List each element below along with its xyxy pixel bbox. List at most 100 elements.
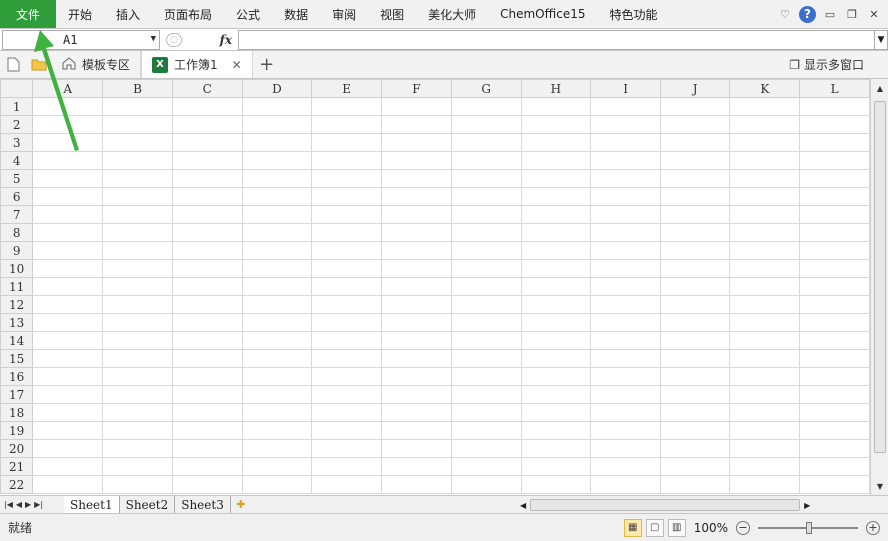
cell[interactable]	[450, 115, 522, 134]
cell[interactable]	[381, 475, 452, 494]
column-header[interactable]: B	[102, 79, 173, 98]
cell[interactable]	[799, 421, 870, 440]
cell[interactable]	[241, 223, 313, 242]
cell[interactable]	[171, 223, 243, 242]
cell[interactable]	[520, 169, 592, 188]
cell[interactable]	[311, 205, 383, 224]
scroll-down-icon[interactable]: ▼	[871, 477, 888, 495]
cell[interactable]	[799, 439, 870, 458]
cell[interactable]	[659, 241, 731, 260]
cell[interactable]	[102, 97, 173, 116]
cell[interactable]	[590, 259, 661, 278]
cell[interactable]	[381, 295, 452, 314]
cell[interactable]	[311, 133, 383, 152]
cell[interactable]	[590, 421, 661, 440]
cell[interactable]	[311, 97, 383, 116]
cell[interactable]	[381, 169, 452, 188]
cell[interactable]	[659, 385, 731, 404]
column-header[interactable]: L	[799, 79, 870, 98]
column-header[interactable]: K	[729, 79, 801, 98]
cell[interactable]	[241, 187, 313, 206]
cell[interactable]	[799, 457, 870, 476]
column-header[interactable]: A	[32, 79, 104, 98]
cell[interactable]	[241, 277, 313, 296]
cell[interactable]	[799, 259, 870, 278]
cell[interactable]	[520, 475, 592, 494]
next-sheet-icon[interactable]: ▶	[25, 500, 31, 509]
cell[interactable]	[799, 385, 870, 404]
cell[interactable]	[659, 457, 731, 476]
cell-grid[interactable]: ABCDEFGHIJKL 1 2 3 4 5 6 7 8 9 10 11 12 13 14 15 16 17 18…	[0, 79, 870, 494]
cell[interactable]	[32, 367, 104, 386]
ribbon-tab-5[interactable]: 数据	[272, 0, 320, 28]
cell[interactable]	[311, 223, 383, 242]
cell[interactable]	[799, 277, 870, 296]
cell[interactable]	[241, 421, 313, 440]
cell[interactable]	[381, 421, 452, 440]
cell[interactable]	[590, 223, 661, 242]
cell[interactable]	[171, 241, 243, 260]
column-header[interactable]: I	[590, 79, 661, 98]
tab-template-zone[interactable]: 模板专区	[52, 51, 142, 78]
cell[interactable]	[590, 331, 661, 350]
cell[interactable]	[590, 349, 661, 368]
cell[interactable]	[311, 403, 383, 422]
cell[interactable]	[520, 241, 592, 260]
vertical-scroll-thumb[interactable]	[874, 101, 886, 453]
close-tab-icon[interactable]: ✕	[232, 58, 242, 72]
close-icon[interactable]: ✕	[866, 6, 882, 22]
ribbon-tab-6[interactable]: 审阅	[320, 0, 368, 28]
restore-icon[interactable]: ❐	[844, 6, 860, 22]
cell[interactable]	[241, 115, 313, 134]
cell[interactable]	[799, 295, 870, 314]
zoom-in-icon[interactable]: +	[866, 520, 880, 535]
cell[interactable]	[520, 115, 592, 134]
cell[interactable]	[102, 259, 173, 278]
cell[interactable]	[799, 223, 870, 242]
prev-sheet-icon[interactable]: ◀	[16, 500, 22, 509]
cell[interactable]	[171, 133, 243, 152]
cell[interactable]	[729, 133, 801, 152]
page-layout-view-icon[interactable]: ▢	[645, 518, 664, 537]
cell[interactable]	[799, 97, 870, 116]
cell[interactable]	[381, 385, 452, 404]
horizontal-scroll-thumb[interactable]	[530, 499, 801, 511]
cell[interactable]	[311, 367, 383, 386]
row-header[interactable]: 15	[0, 349, 34, 368]
cell[interactable]	[590, 277, 661, 296]
cell[interactable]	[659, 133, 731, 152]
cell[interactable]	[171, 115, 243, 134]
insert-function-button[interactable]: fx	[220, 33, 232, 47]
cell[interactable]	[729, 277, 801, 296]
cell[interactable]	[659, 277, 731, 296]
cell[interactable]	[450, 367, 522, 386]
cell[interactable]	[102, 367, 173, 386]
cell[interactable]	[381, 439, 452, 458]
cell[interactable]	[450, 223, 522, 242]
new-document-icon[interactable]	[0, 51, 26, 78]
cell[interactable]	[590, 115, 661, 134]
cell[interactable]	[729, 457, 801, 476]
cell[interactable]	[32, 457, 104, 476]
cell[interactable]	[659, 169, 731, 188]
cell[interactable]	[659, 97, 731, 116]
cell[interactable]	[590, 457, 661, 476]
cell[interactable]	[381, 241, 452, 260]
cell[interactable]	[590, 187, 661, 206]
cell[interactable]	[659, 403, 731, 422]
cell[interactable]	[590, 133, 661, 152]
cell[interactable]	[590, 241, 661, 260]
cell[interactable]	[729, 241, 801, 260]
cell[interactable]	[520, 421, 592, 440]
cell[interactable]	[102, 295, 173, 314]
cell[interactable]	[799, 169, 870, 188]
cell[interactable]	[102, 475, 173, 494]
cell[interactable]	[450, 475, 522, 494]
cell[interactable]	[799, 367, 870, 386]
cell[interactable]	[450, 295, 522, 314]
cell[interactable]	[799, 475, 870, 494]
cell[interactable]	[520, 439, 592, 458]
cell[interactable]	[241, 313, 313, 332]
cell[interactable]	[171, 349, 243, 368]
cell[interactable]	[381, 331, 452, 350]
